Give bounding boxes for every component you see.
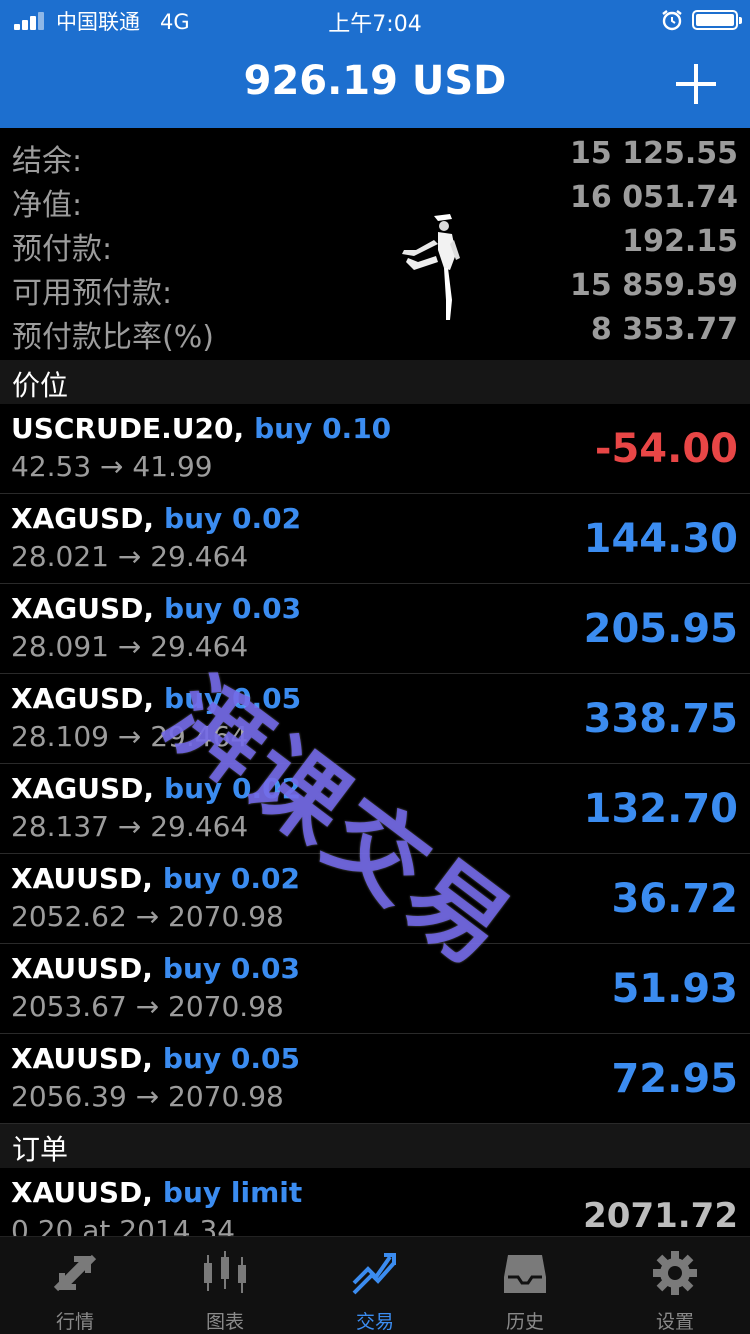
position-type: buy 0.03 <box>162 952 300 985</box>
position-symbol: XAGUSD, <box>11 502 155 535</box>
orders-section-header: 订单 <box>0 1124 750 1168</box>
alarm-icon <box>662 10 682 31</box>
free-margin-label: 可用预付款: <box>12 276 173 311</box>
tab-history-label: 历史 <box>505 1311 544 1333</box>
tab-quotes-label: 行情 <box>55 1311 94 1333</box>
free-margin-row: 可用预付款: 15 859.59 <box>0 264 750 311</box>
position-type: buy 0.10 <box>254 412 392 445</box>
tab-history[interactable]: 历史 <box>450 1237 600 1334</box>
tab-settings-label: 设置 <box>655 1311 694 1333</box>
position-row[interactable]: XAGUSD, buy 0.05 28.109 → 29.464 338.75 <box>0 674 750 764</box>
position-row[interactable]: USCRUDE.U20, buy 0.10 42.53 → 41.99 -54.0… <box>0 404 750 494</box>
position-profit: -54.00 <box>594 426 738 472</box>
tab-chart[interactable]: 图表 <box>150 1237 300 1334</box>
position-profit: 205.95 <box>583 606 738 652</box>
positions-title: 价位 <box>12 369 69 402</box>
position-symbol: XAUUSD, <box>11 952 153 985</box>
order-prices: 0.20 at 2014.34 <box>11 1214 236 1236</box>
margin-level-row: 预付款比率(%) 8 353.77 <box>0 308 750 355</box>
balance-label: 结余: <box>12 144 83 179</box>
equity-row: 净值: 16 051.74 <box>0 176 750 223</box>
order-type: buy limit <box>162 1176 303 1209</box>
settings-icon <box>653 1251 697 1295</box>
free-margin-value: 15 859.59 <box>570 268 738 303</box>
position-symbol: XAGUSD, <box>11 772 155 805</box>
tab-trade-label: 交易 <box>355 1311 394 1333</box>
position-symbol: XAGUSD, <box>11 682 155 715</box>
tab-quotes[interactable]: 行情 <box>0 1237 150 1334</box>
position-profit: 144.30 <box>583 516 738 562</box>
trade-icon <box>352 1253 396 1295</box>
position-type: buy 0.02 <box>164 502 302 535</box>
margin-level-value: 8 353.77 <box>590 312 738 347</box>
tab-bar: 行情 图表 交易 历史 设置 <box>0 1236 750 1334</box>
equity-value: 16 051.74 <box>570 180 738 215</box>
position-profit: 51.93 <box>611 966 738 1012</box>
position-symbol: XAGUSD, <box>11 592 155 625</box>
orders-title: 订单 <box>12 1133 69 1166</box>
dancer-figure-image <box>402 214 460 320</box>
margin-value: 192.15 <box>622 224 738 259</box>
status-time: 上午7:04 <box>328 12 422 37</box>
position-row[interactable]: XAGUSD, buy 0.03 28.091 → 29.464 205.95 <box>0 584 750 674</box>
status-bar: 中国联通 4G 上午7:04 <box>0 0 750 40</box>
position-row[interactable]: XAUUSD, buy 0.03 2053.67 → 2070.98 51.93 <box>0 944 750 1034</box>
tab-chart-label: 图表 <box>205 1311 244 1333</box>
position-symbol: XAUUSD, <box>11 862 153 895</box>
margin-row: 预付款: 192.15 <box>0 220 750 267</box>
balance-row: 结余: 15 125.55 <box>0 132 750 179</box>
equity-label: 净值: <box>12 188 83 223</box>
position-prices: 2053.67 → 2070.98 <box>11 990 284 1023</box>
position-type: buy 0.03 <box>164 592 302 625</box>
position-type: buy 0.02 <box>162 862 300 895</box>
tab-settings[interactable]: 设置 <box>600 1237 750 1334</box>
position-symbol: XAUUSD, <box>11 1042 153 1075</box>
margin-level-label: 预付款比率(%) <box>12 320 214 355</box>
position-prices: 28.137 → 29.464 <box>11 810 249 843</box>
tab-trade[interactable]: 交易 <box>300 1237 450 1334</box>
position-profit: 132.70 <box>583 786 738 832</box>
position-row[interactable]: XAGUSD, buy 0.02 28.021 → 29.464 144.30 <box>0 494 750 584</box>
add-order-button[interactable] <box>670 58 722 110</box>
account-summary: 结余: 15 125.55 净值: 16 051.74 预付款: 192.15 … <box>0 132 750 356</box>
order-row[interactable]: XAUUSD, buy limit 0.20 at 2014.34 2071.72 <box>0 1168 750 1236</box>
page-title: 926.19 USD <box>243 58 507 104</box>
position-profit: 72.95 <box>611 1056 738 1102</box>
position-prices: 2056.39 → 2070.98 <box>11 1080 284 1113</box>
battery-icon <box>692 10 742 30</box>
history-icon <box>504 1255 546 1293</box>
quotes-icon <box>53 1254 97 1292</box>
position-prices: 2052.62 → 2070.98 <box>11 900 284 933</box>
position-prices: 28.021 → 29.464 <box>11 540 249 573</box>
order-price: 2071.72 <box>583 1196 738 1236</box>
balance-value: 15 125.55 <box>570 136 738 171</box>
position-prices: 42.53 → 41.99 <box>11 450 213 483</box>
position-profit: 36.72 <box>611 876 738 922</box>
order-symbol: XAUUSD, <box>11 1176 153 1209</box>
position-type: buy 0.05 <box>162 1042 300 1075</box>
position-row[interactable]: XAUUSD, buy 0.05 2056.39 → 2070.98 72.95 <box>0 1034 750 1124</box>
position-symbol: USCRUDE.U20, <box>11 412 245 445</box>
margin-label: 预付款: <box>12 232 113 267</box>
top-bar: 中国联通 4G 上午7:04 926.19 USD <box>0 0 750 128</box>
chart-icon <box>204 1251 246 1293</box>
position-profit: 338.75 <box>583 696 738 742</box>
positions-section-header: 价位 <box>0 360 750 404</box>
